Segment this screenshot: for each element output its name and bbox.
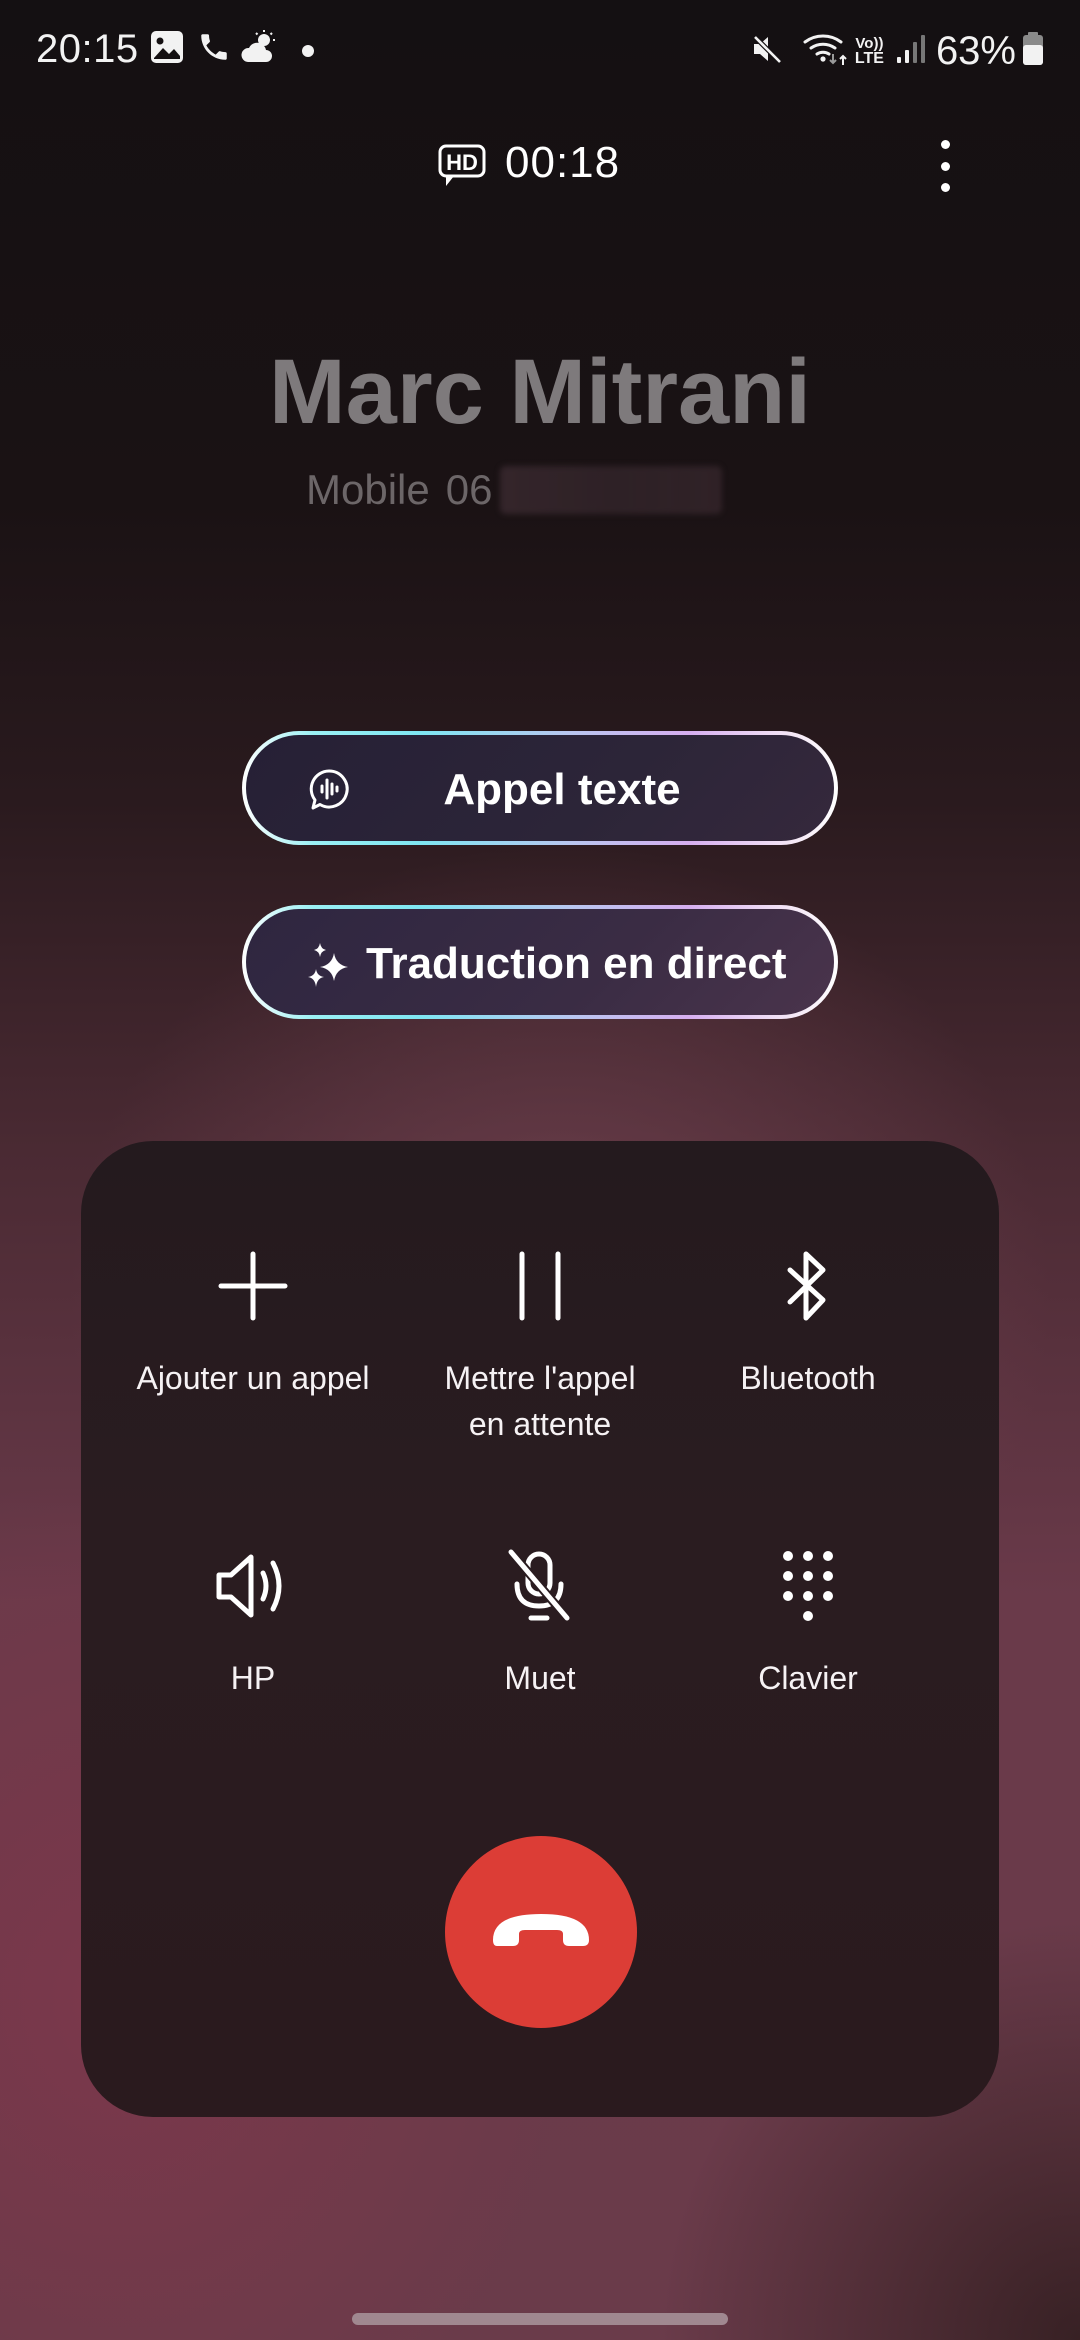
in-call-controls-panel: Ajouter un appel Mettre l'appel en atten…: [81, 1141, 999, 2117]
keypad-button[interactable]: Clavier: [673, 1541, 943, 1701]
signal-icon: [896, 33, 926, 70]
live-translate-button[interactable]: Traduction en direct: [242, 905, 838, 1019]
keypad-label: Clavier: [758, 1660, 858, 1696]
plus-icon: [208, 1241, 298, 1331]
battery-percent: 63%: [935, 28, 1016, 73]
svg-text:HD: HD: [446, 150, 478, 175]
wifi-icon: [803, 32, 849, 71]
more-options-button[interactable]: [925, 136, 965, 196]
bluetooth-icon: [763, 1241, 853, 1331]
phone-icon: [197, 30, 231, 69]
add-call-label: Ajouter un appel: [136, 1360, 370, 1396]
volte-label-bottom: LTE: [854, 50, 884, 67]
hd-voice-icon: HD: [438, 144, 488, 195]
hold-call-label: Mettre l'appel en attente: [444, 1360, 636, 1442]
mic-off-icon: [495, 1541, 585, 1631]
contact-name: Marc Mitrani: [269, 341, 811, 443]
pause-icon: [495, 1241, 585, 1331]
sparkle-icon: [306, 941, 354, 994]
keypad-icon: [763, 1541, 853, 1631]
status-right-icons: Vo)) LTE 63%: [751, 26, 1044, 76]
gallery-icon: [150, 30, 184, 69]
contact-number-type: Mobile: [306, 466, 430, 513]
notification-dot-icon: [302, 44, 314, 62]
bluetooth-button[interactable]: Bluetooth: [673, 1241, 943, 1401]
speaker-label: HP: [230, 1660, 276, 1696]
volte-icon: Vo)) LTE: [854, 35, 884, 67]
mute-label: Muet: [504, 1660, 576, 1696]
redacted-number: [500, 466, 723, 514]
contact-number-line: Mobile 06: [306, 462, 723, 518]
navigation-gesture-handle[interactable]: [352, 2313, 728, 2325]
volte-label-top: Vo)): [855, 35, 884, 52]
weather-partly-cloudy-icon: [240, 30, 280, 69]
status-bar: 20:15 Vo)) LTE 63%: [0, 0, 1080, 100]
call-duration: 00:18: [505, 138, 621, 187]
speaker-button[interactable]: HP: [118, 1541, 388, 1701]
speaker-icon: [208, 1541, 298, 1631]
text-call-label: Appel texte: [443, 765, 681, 814]
contact-number: 06: [445, 466, 493, 513]
call-header: HD 00:18: [0, 130, 1080, 200]
add-call-button[interactable]: Ajouter un appel: [118, 1241, 388, 1401]
mute-button[interactable]: Muet: [405, 1541, 675, 1701]
hold-call-button[interactable]: Mettre l'appel en attente: [405, 1241, 675, 1447]
more-vertical-icon: [940, 140, 950, 149]
mute-icon: [751, 33, 783, 70]
status-time: 20:15: [36, 27, 139, 71]
end-call-button[interactable]: [445, 1836, 637, 2028]
end-call-icon: [491, 1908, 591, 1957]
battery-icon: [1022, 31, 1044, 71]
bluetooth-label: Bluetooth: [740, 1360, 876, 1396]
text-call-button[interactable]: Appel texte: [242, 731, 838, 845]
live-translate-label: Traduction en direct: [366, 939, 787, 988]
